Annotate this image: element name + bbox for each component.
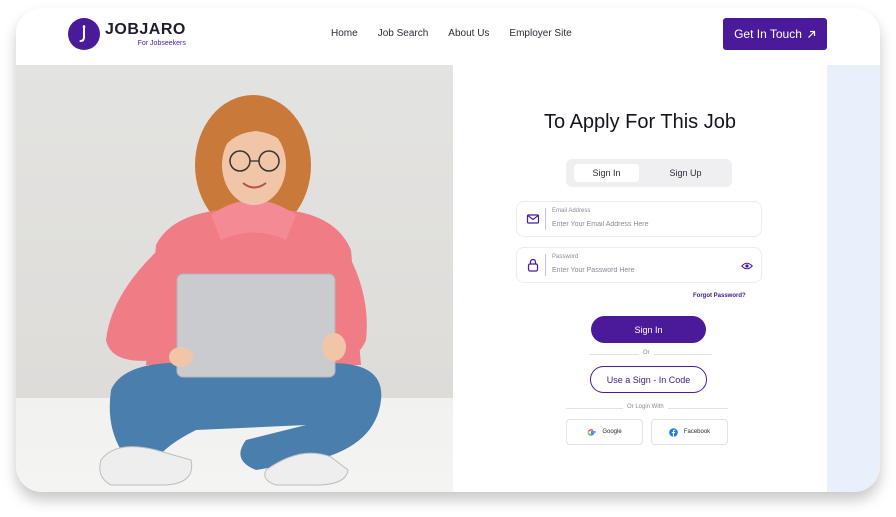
nav-employer-site[interactable]: Employer Site — [509, 28, 571, 39]
get-in-touch-button[interactable]: Get In Touch — [723, 18, 827, 50]
brand-name: JOBJARO — [105, 20, 186, 38]
decorative-side-strip — [827, 65, 880, 492]
email-input[interactable] — [552, 218, 732, 230]
google-label: Google — [602, 429, 622, 435]
email-separator — [545, 208, 546, 230]
form-title: To Apply For This Job — [544, 111, 736, 133]
email-label: Email Address — [552, 208, 591, 214]
main-nav: Home Job Search About Us Employer Site — [331, 28, 592, 39]
facebook-login-button[interactable]: Facebook — [651, 419, 728, 445]
nav-job-search[interactable]: Job Search — [378, 28, 429, 39]
auth-tabs: Sign In Sign Up — [566, 159, 732, 187]
sign-in-button[interactable]: Sign In — [591, 316, 706, 343]
eye-icon[interactable] — [741, 261, 753, 271]
or-text: Or — [639, 350, 654, 356]
or-login-with-text: Or Login With — [623, 404, 668, 410]
arrow-up-right-icon — [807, 30, 816, 38]
get-in-touch-label: Get In Touch — [734, 27, 802, 41]
top-header: JOBJARO For Jobseekers Home Job Search A… — [16, 8, 880, 65]
facebook-label: Facebook — [683, 429, 711, 435]
password-separator — [545, 254, 546, 276]
sign-in-code-button[interactable]: Use a Sign - In Code — [590, 366, 707, 393]
email-field[interactable]: Email Address — [516, 201, 762, 237]
brand-tagline: For Jobseekers — [137, 39, 186, 47]
google-login-button[interactable]: Google — [566, 419, 643, 445]
nav-home[interactable]: Home — [331, 28, 358, 39]
forgot-password-link[interactable]: Forgot Password? — [693, 293, 746, 299]
lock-icon — [527, 258, 539, 272]
facebook-icon — [669, 427, 678, 437]
brand-logo[interactable]: JOBJARO For Jobseekers — [68, 18, 186, 50]
google-icon — [587, 428, 597, 436]
password-input[interactable] — [552, 264, 732, 276]
nav-about-us[interactable]: About Us — [448, 28, 489, 39]
tab-sign-up[interactable]: Sign Up — [653, 164, 718, 182]
mail-icon — [526, 214, 540, 224]
password-field[interactable]: Password — [516, 247, 762, 283]
password-label: Password — [552, 254, 579, 260]
signin-panel: To Apply For This Job Sign In Sign Up Em… — [453, 65, 827, 492]
hero-photo — [16, 65, 453, 492]
tab-sign-in[interactable]: Sign In — [574, 164, 639, 182]
app-window: JOBJARO For Jobseekers Home Job Search A… — [16, 8, 880, 492]
logo-badge-icon — [68, 18, 100, 50]
